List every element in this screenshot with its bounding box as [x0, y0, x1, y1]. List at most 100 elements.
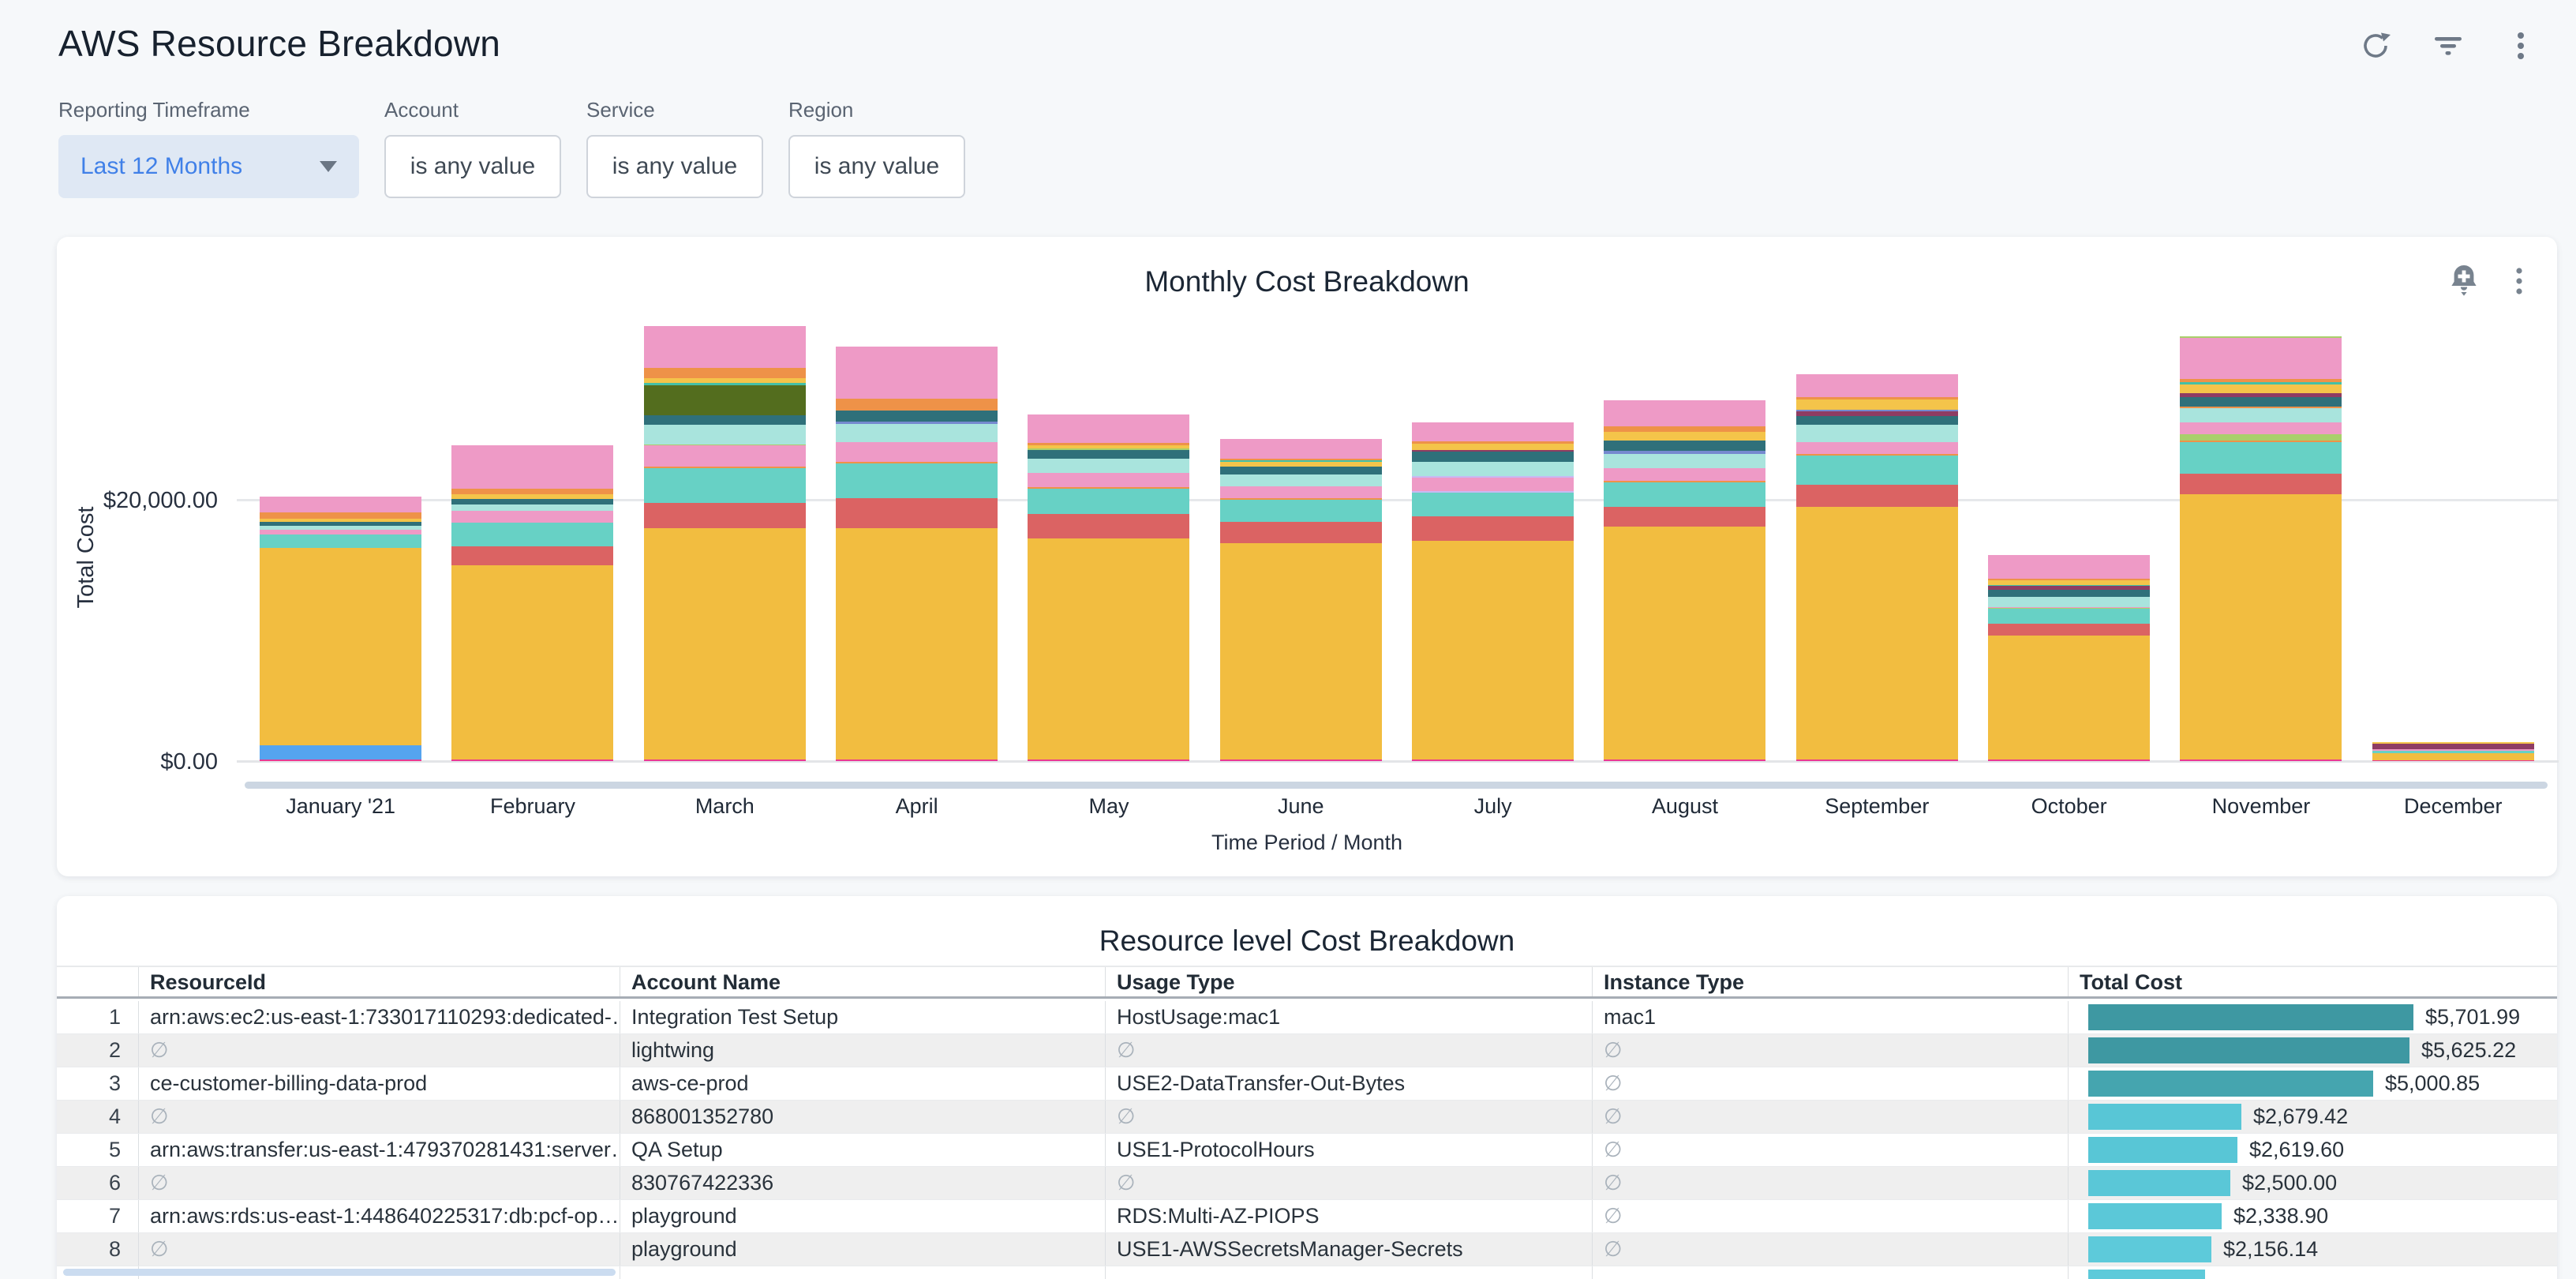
bar-segment-pink[interactable]: [836, 347, 998, 398]
bar-segment-pink[interactable]: [2180, 338, 2342, 380]
bar-segment-teal[interactable]: [1796, 456, 1958, 486]
bar-segment-magenta[interactable]: [644, 760, 806, 761]
bar-segment-amber[interactable]: [836, 528, 998, 760]
bar-segment-amber[interactable]: [1796, 507, 1958, 759]
bar-segment-darkteal[interactable]: [836, 411, 998, 422]
bar-segment-pink[interactable]: [1412, 478, 1574, 490]
bar-segment-yellow[interactable]: [1796, 399, 1958, 410]
alert-bell-icon[interactable]: [2447, 264, 2481, 298]
bar-segment-cyanlight[interactable]: [1604, 454, 1765, 468]
bar-segment-amber[interactable]: [1988, 636, 2150, 759]
bar-segment-teal[interactable]: [1220, 500, 1382, 522]
bar-july[interactable]: [1412, 422, 1574, 761]
filter-icon[interactable]: [2431, 28, 2466, 63]
chart-horizontal-scrollbar[interactable]: [245, 782, 2548, 789]
bar-segment-pink[interactable]: [1604, 468, 1765, 481]
bar-segment-pink[interactable]: [1604, 400, 1765, 426]
bar-segment-orange[interactable]: [451, 489, 613, 494]
bar-segment-pink[interactable]: [1412, 422, 1574, 442]
bar-segment-amber[interactable]: [1604, 527, 1765, 759]
bar-segment-darkteal[interactable]: [1412, 452, 1574, 462]
bar-segment-pink[interactable]: [1796, 442, 1958, 454]
bar-segment-orange[interactable]: [1604, 426, 1765, 432]
bar-segment-magenta[interactable]: [1220, 760, 1382, 761]
col-header-instance-type[interactable]: Instance Type: [1592, 967, 2068, 996]
bar-segment-orange[interactable]: [836, 399, 998, 411]
bar-segment-magenta[interactable]: [1604, 760, 1765, 761]
bar-january-21[interactable]: [260, 497, 421, 761]
bar-segment-darkteal[interactable]: [1604, 441, 1765, 451]
bar-segment-darkteal[interactable]: [1988, 590, 2150, 596]
bar-segment-teal[interactable]: [1988, 609, 2150, 624]
refresh-icon[interactable]: [2358, 28, 2393, 63]
bar-segment-orange[interactable]: [260, 512, 421, 519]
bar-segment-pink[interactable]: [2180, 422, 2342, 434]
bar-segment-amber[interactable]: [260, 548, 421, 745]
bar-segment-cyanlight[interactable]: [836, 424, 998, 442]
bar-segment-amber[interactable]: [1220, 543, 1382, 759]
bar-september[interactable]: [1796, 374, 1958, 761]
bar-segment-darkteal[interactable]: [1220, 467, 1382, 474]
kebab-icon[interactable]: [2503, 28, 2538, 63]
bar-segment-pink[interactable]: [451, 511, 613, 523]
bar-november[interactable]: [2180, 336, 2342, 761]
bar-segment-pink[interactable]: [451, 445, 613, 488]
bar-march[interactable]: [644, 326, 806, 761]
bar-segment-cyanlight[interactable]: [1412, 462, 1574, 476]
bar-segment-teal[interactable]: [1412, 493, 1574, 516]
bar-segment-cyanlight[interactable]: [451, 504, 613, 511]
bar-segment-teal[interactable]: [2180, 442, 2342, 473]
bar-segment-pink[interactable]: [1220, 439, 1382, 459]
bar-segment-red[interactable]: [1796, 485, 1958, 507]
bar-segment-pink[interactable]: [1028, 414, 1189, 443]
bar-segment-magenta[interactable]: [2372, 760, 2534, 761]
bar-segment-pink[interactable]: [1220, 486, 1382, 498]
bar-segment-teal[interactable]: [1028, 489, 1189, 513]
bar-may[interactable]: [1028, 414, 1189, 761]
bar-segment-red[interactable]: [644, 503, 806, 527]
bar-segment-amber[interactable]: [1412, 541, 1574, 759]
bar-segment-teal[interactable]: [644, 468, 806, 503]
bar-segment-pink[interactable]: [644, 326, 806, 368]
bar-segment-teal[interactable]: [451, 523, 613, 546]
bar-segment-maroon[interactable]: [2372, 744, 2534, 749]
col-header-account-name[interactable]: Account Name: [620, 967, 1105, 996]
bar-april[interactable]: [836, 347, 998, 761]
bar-segment-magenta[interactable]: [1412, 760, 1574, 761]
bar-segment-amber[interactable]: [644, 528, 806, 760]
bar-segment-darkteal[interactable]: [644, 415, 806, 425]
bar-segment-yellow[interactable]: [1412, 444, 1574, 450]
bar-segment-cyanlight[interactable]: [1796, 425, 1958, 441]
bar-august[interactable]: [1604, 400, 1765, 761]
bar-segment-orange[interactable]: [644, 368, 806, 378]
bar-segment-teal[interactable]: [1604, 482, 1765, 507]
bar-segment-cyanlight[interactable]: [2180, 408, 2342, 422]
bar-segment-darkteal[interactable]: [1028, 450, 1189, 459]
kebab-icon[interactable]: [2502, 264, 2537, 298]
col-header-usage-type[interactable]: Usage Type: [1105, 967, 1592, 996]
bar-segment-olive[interactable]: [644, 385, 806, 415]
bar-segment-blue[interactable]: [260, 745, 421, 760]
bar-segment-magenta[interactable]: [451, 760, 613, 761]
bar-segment-red[interactable]: [1412, 516, 1574, 541]
bar-segment-red[interactable]: [1028, 514, 1189, 538]
bar-segment-pink[interactable]: [260, 497, 421, 512]
bar-segment-lgreen[interactable]: [2180, 434, 2342, 441]
bar-segment-teal[interactable]: [260, 534, 421, 548]
bar-segment-cyanlight[interactable]: [1220, 474, 1382, 486]
bar-segment-red[interactable]: [1988, 624, 2150, 636]
bar-segment-red[interactable]: [451, 546, 613, 566]
bar-segment-red[interactable]: [1604, 507, 1765, 527]
filter-value-button[interactable]: is any value: [788, 135, 965, 198]
bar-segment-darkteal[interactable]: [1796, 416, 1958, 426]
bar-segment-darkteal[interactable]: [2180, 397, 2342, 407]
bar-segment-magenta[interactable]: [260, 760, 421, 761]
bar-segment-red[interactable]: [2180, 474, 2342, 494]
table-horizontal-scrollbar[interactable]: [63, 1269, 616, 1276]
col-header-total-cost[interactable]: Total Cost: [2068, 967, 2557, 996]
bar-segment-amber[interactable]: [2180, 494, 2342, 760]
bar-segment-magenta[interactable]: [1796, 760, 1958, 761]
filter-value-button[interactable]: is any value: [586, 135, 763, 198]
bar-june[interactable]: [1220, 439, 1382, 761]
bar-segment-darkteal[interactable]: [451, 499, 613, 504]
